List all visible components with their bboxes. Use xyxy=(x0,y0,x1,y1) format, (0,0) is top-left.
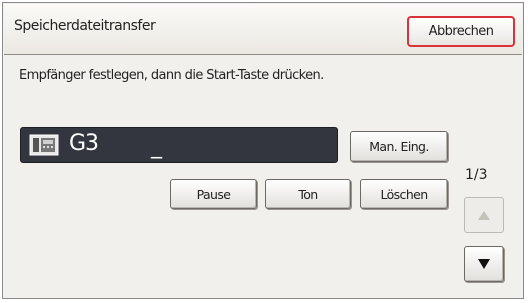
transmission-mode: G3 xyxy=(69,131,99,156)
delete-button[interactable]: Löschen xyxy=(360,179,448,209)
page-indicator: 1/3 xyxy=(465,167,488,183)
page-up-button[interactable] xyxy=(464,197,504,233)
destination-field[interactable]: G3 _ xyxy=(20,127,338,163)
instruction-text: Empfänger festlegen, dann die Start-Tast… xyxy=(19,68,324,83)
page-down-button[interactable] xyxy=(464,246,504,282)
input-cursor: _ xyxy=(151,134,162,159)
dialog-frame: Speicherdateitransfer Abbrechen Empfänge… xyxy=(2,2,524,299)
page-title: Speicherdateitransfer xyxy=(14,18,156,34)
title-bar: Speicherdateitransfer Abbrechen xyxy=(4,4,522,55)
tone-button[interactable]: Ton xyxy=(265,179,351,209)
manual-entry-button[interactable]: Man. Eing. xyxy=(350,131,448,162)
fax-icon xyxy=(29,134,59,156)
pause-button[interactable]: Pause xyxy=(170,179,257,209)
arrow-up-icon xyxy=(478,210,490,220)
cancel-button[interactable]: Abbrechen xyxy=(407,16,515,47)
arrow-down-icon xyxy=(478,259,490,269)
